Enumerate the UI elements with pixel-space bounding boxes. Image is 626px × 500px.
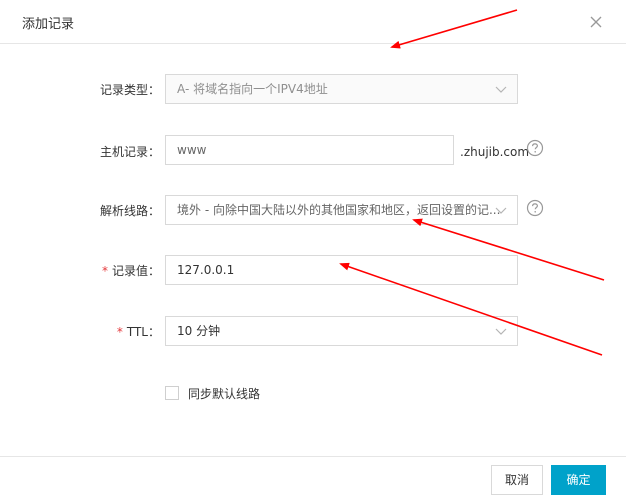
resolution-line-select[interactable]: 境外 - 向除中国大陆以外的其他国家和地区，返回设置的记... xyxy=(165,195,518,225)
host-record-label: 主机记录： xyxy=(99,145,160,159)
ttl-select[interactable]: 10 分钟 xyxy=(165,316,518,346)
ttl-value: 10 分钟 xyxy=(177,324,221,338)
help-icon[interactable] xyxy=(526,199,544,217)
record-type-select[interactable]: A- 将域名指向一个IPV4地址 xyxy=(165,74,518,104)
required-mark: * xyxy=(101,264,108,278)
sync-default-line-option[interactable]: 同步默认线路 xyxy=(165,385,260,401)
dialog-title: 添加记录 xyxy=(22,17,75,32)
cancel-button[interactable]: 取消 xyxy=(491,465,543,495)
resolution-line-value: 境外 - 向除中国大陆以外的其他国家和地区，返回设置的记... xyxy=(177,203,501,217)
record-type-value: A- 将域名指向一个IPV4地址 xyxy=(177,82,328,96)
chevron-down-icon xyxy=(495,205,507,215)
required-mark: * xyxy=(116,325,123,339)
resolution-line-label: 解析线路： xyxy=(99,204,160,218)
sync-default-line-checkbox[interactable] xyxy=(165,386,179,400)
chevron-down-icon xyxy=(495,326,507,336)
confirm-button[interactable]: 确定 xyxy=(551,465,606,495)
domain-suffix: .zhujib.com xyxy=(460,145,530,159)
record-type-label: 记录类型： xyxy=(99,83,160,97)
dialog-header: 添加记录 xyxy=(0,0,626,44)
chevron-down-icon xyxy=(495,84,507,94)
record-value-label: * 记录值： xyxy=(101,264,160,278)
host-record-input[interactable]: www xyxy=(165,135,454,165)
help-icon[interactable] xyxy=(526,139,544,157)
host-record-value: www xyxy=(177,143,207,157)
close-icon[interactable] xyxy=(586,12,606,32)
record-value-input[interactable]: 127.0.0.1 xyxy=(165,255,518,285)
ttl-label: * TTL： xyxy=(116,325,160,339)
add-record-dialog: 添加记录 记录类型： A- 将域名指向一个IPV4地址 主机记录： www .z… xyxy=(0,0,626,500)
sync-default-line-label: 同步默认线路 xyxy=(188,386,261,401)
record-value-text: 127.0.0.1 xyxy=(177,263,235,277)
